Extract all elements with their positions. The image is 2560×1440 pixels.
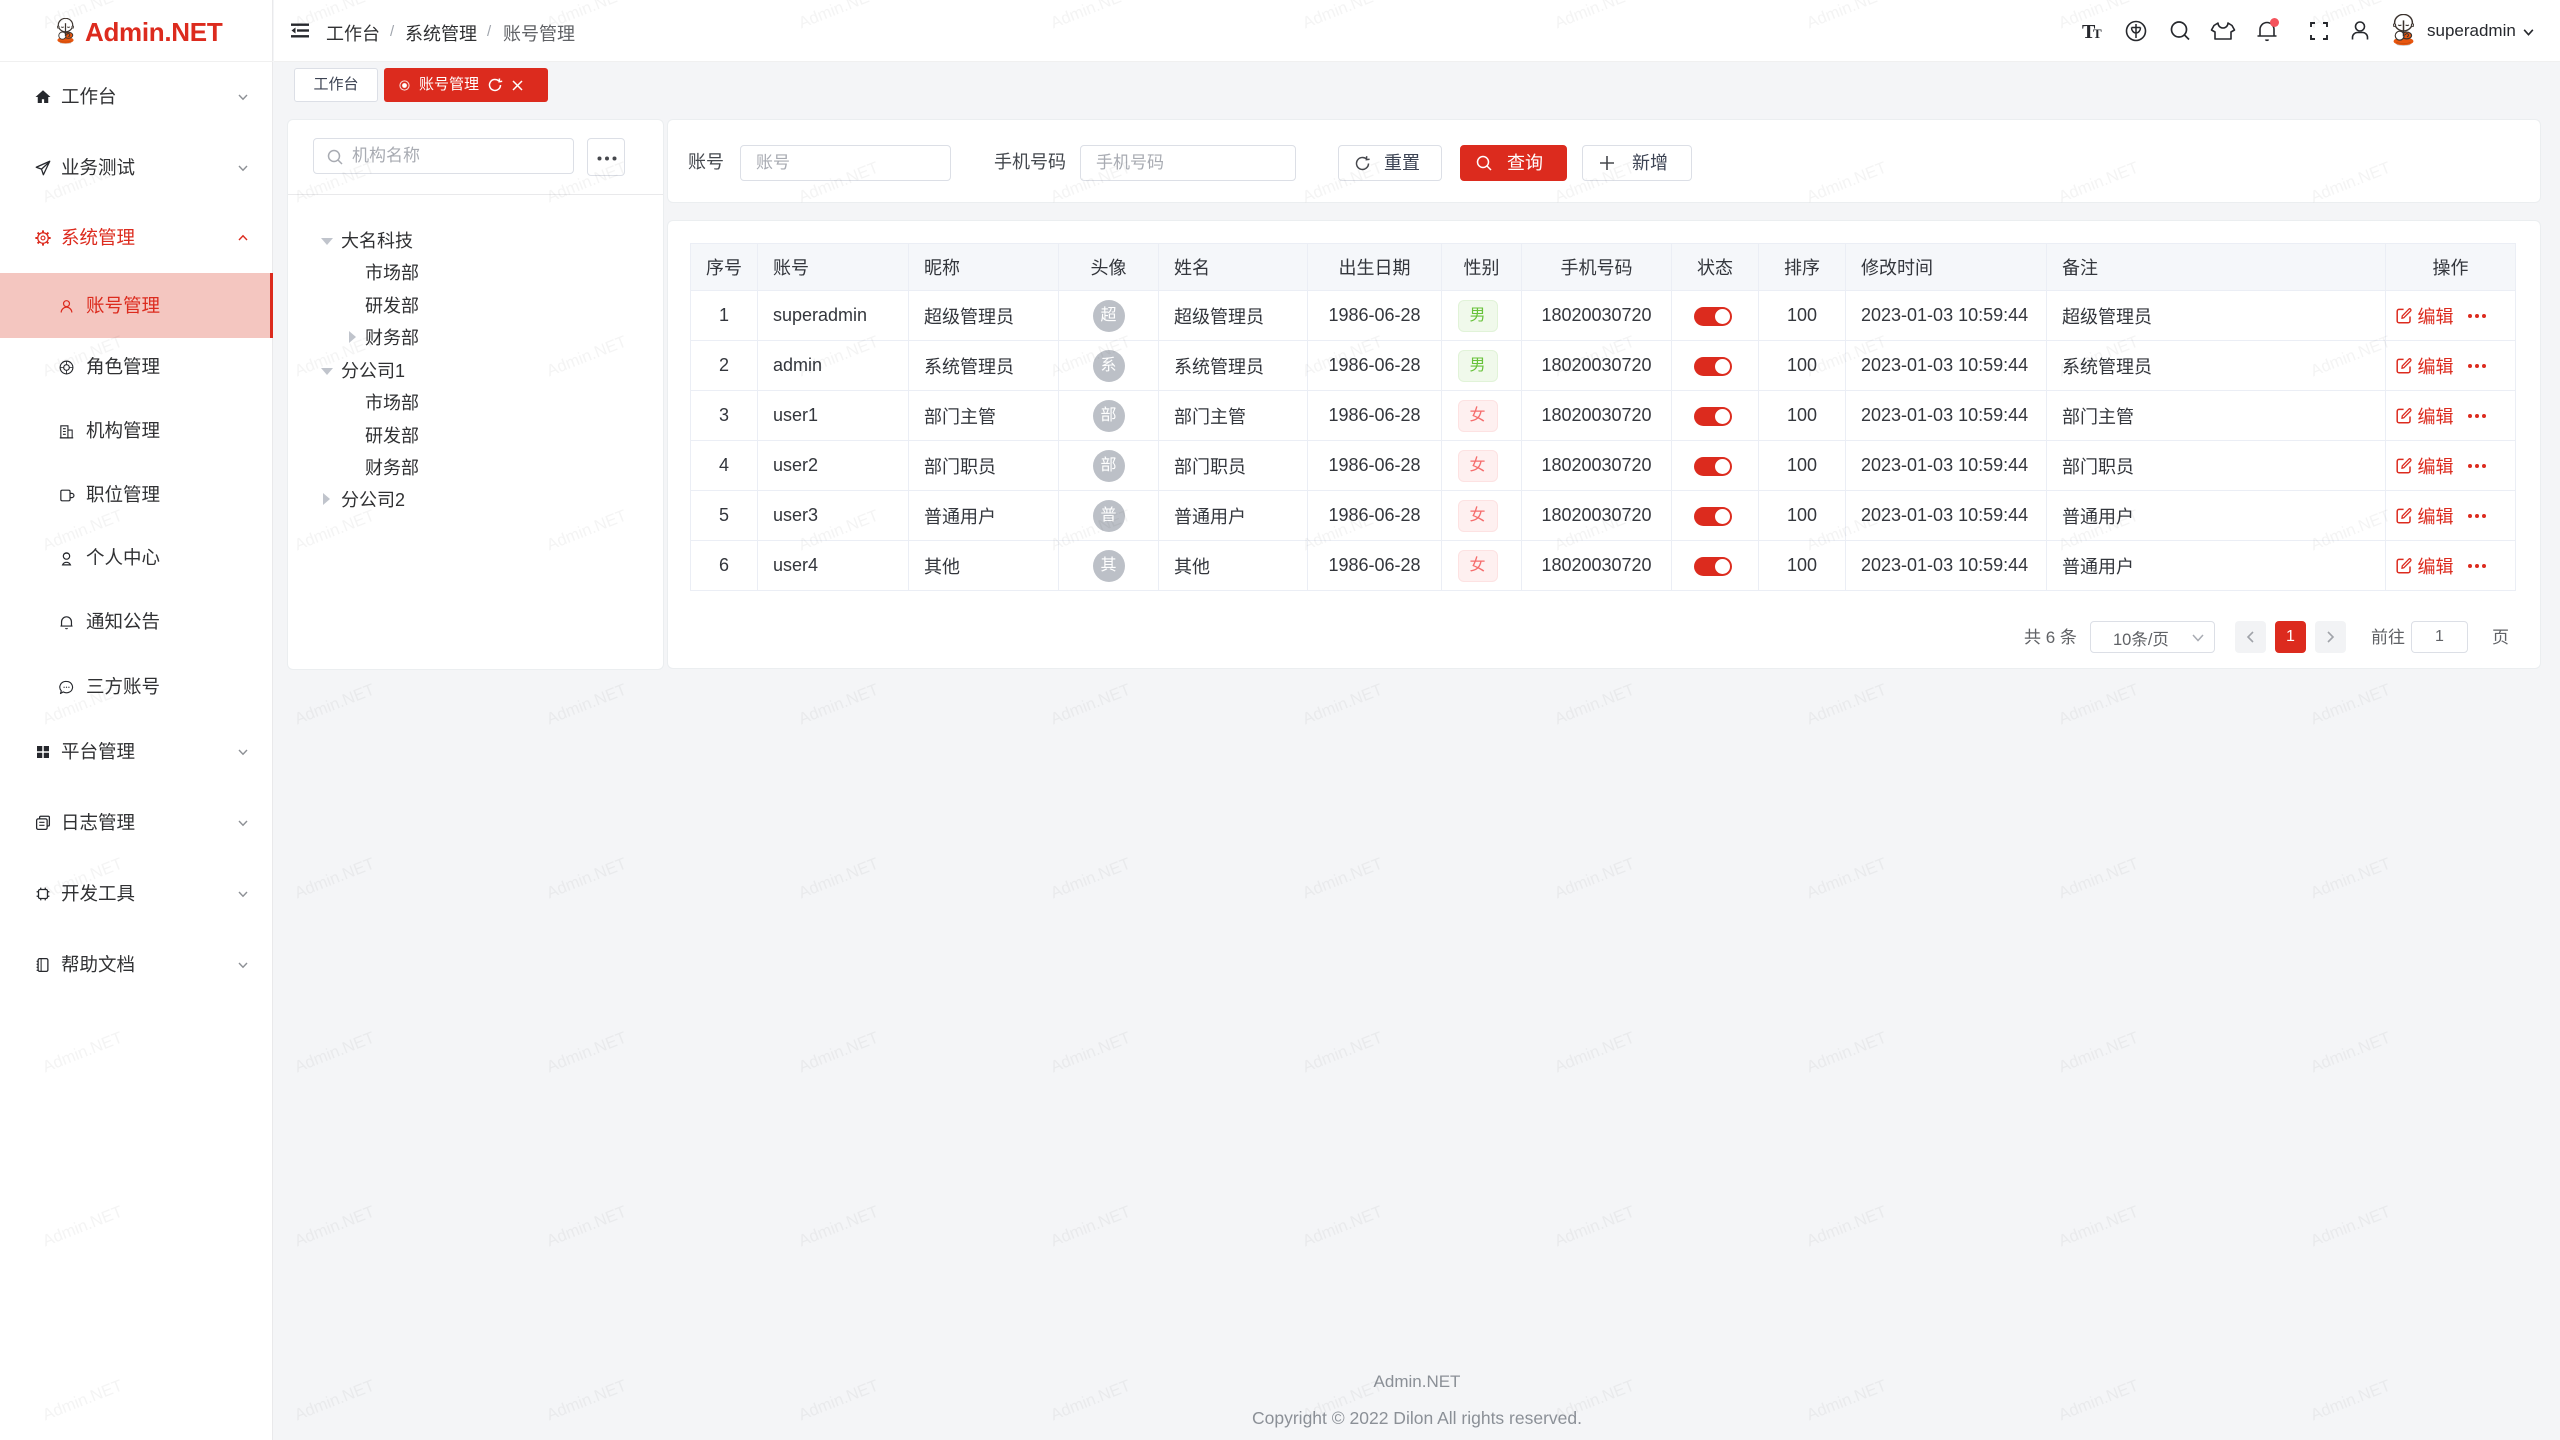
svg-text:T: T <box>2093 26 2102 41</box>
